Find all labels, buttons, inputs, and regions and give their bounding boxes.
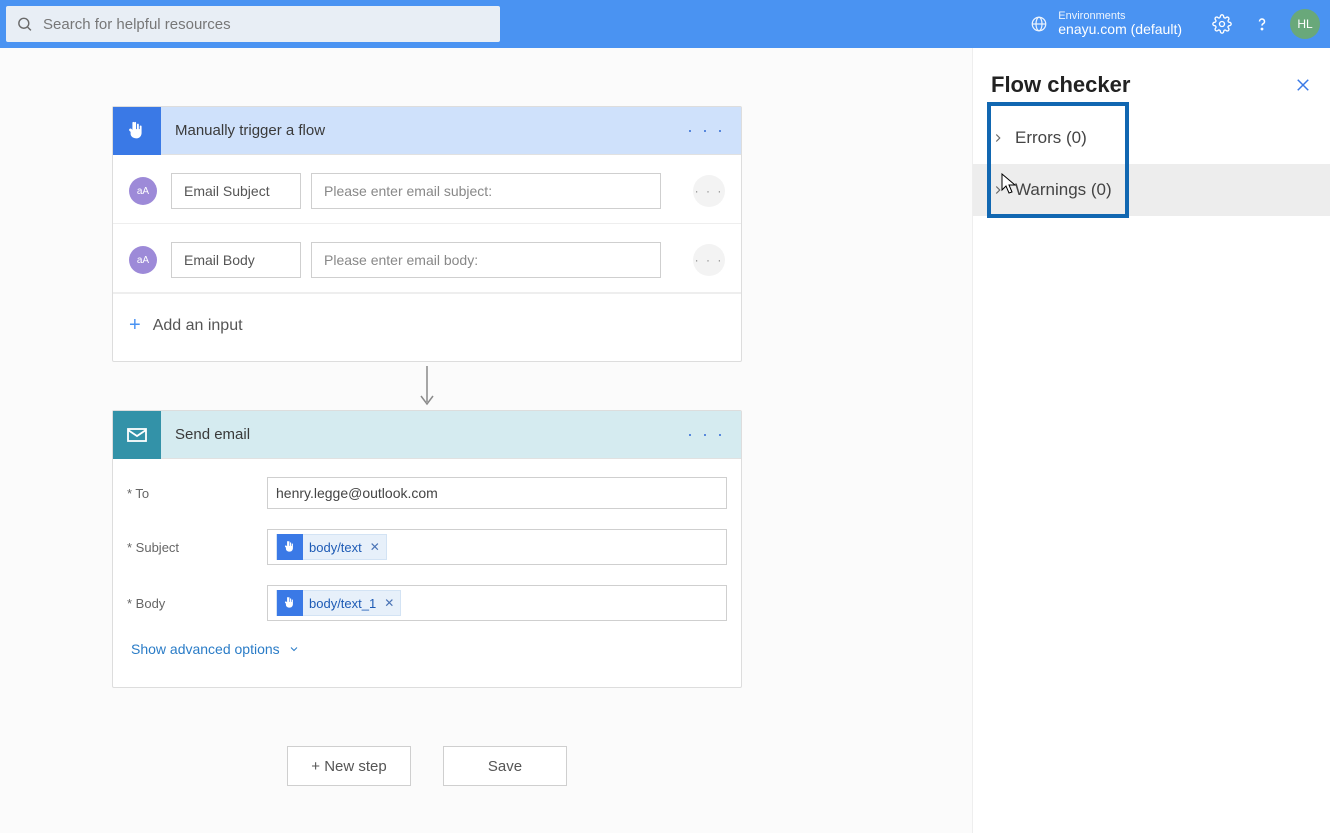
token-text: body/text_1 — [309, 596, 376, 611]
body-row: * Body body/text_1 ✕ — [113, 575, 741, 631]
token-remove[interactable]: ✕ — [370, 540, 380, 554]
trigger-title: Manually trigger a flow — [175, 122, 687, 139]
trigger-card: Manually trigger a flow · · · aA Email S… — [112, 106, 742, 362]
errors-section[interactable]: Errors (0) — [973, 112, 1330, 164]
trigger-input-row: aA Email Subject Please enter email subj… — [113, 155, 741, 224]
to-label: * To — [127, 486, 267, 501]
param-more-button[interactable]: · · · — [693, 244, 725, 276]
dynamic-token[interactable]: body/text_1 ✕ — [276, 590, 401, 616]
trigger-card-header[interactable]: Manually trigger a flow · · · — [113, 107, 741, 155]
globe-icon — [1030, 15, 1048, 33]
show-advanced-toggle[interactable]: Show advanced options — [131, 641, 300, 657]
help-button[interactable] — [1252, 14, 1272, 34]
plus-icon: + — [129, 314, 141, 337]
action-card: Send email · · · * To henry.legge@outloo… — [112, 410, 742, 688]
global-search[interactable] — [6, 6, 500, 42]
body-input[interactable]: body/text_1 ✕ — [267, 585, 727, 621]
pointer-icon — [126, 120, 148, 142]
environment-label: Environments — [1058, 10, 1182, 22]
text-param-icon: aA — [129, 246, 157, 274]
user-avatar[interactable]: HL — [1290, 9, 1320, 39]
search-icon — [16, 15, 33, 33]
settings-button[interactable] — [1212, 14, 1232, 34]
param-label[interactable]: Email Body — [171, 242, 301, 278]
flow-canvas: Manually trigger a flow · · · aA Email S… — [0, 48, 972, 833]
action-icon — [113, 411, 161, 459]
save-button[interactable]: Save — [443, 746, 567, 786]
flow-checker-panel: Flow checker Errors (0) Warnings (0) — [972, 48, 1330, 833]
to-row: * To henry.legge@outlook.com — [113, 467, 741, 519]
param-placeholder-input[interactable]: Please enter email body: — [311, 242, 661, 278]
token-text: body/text — [309, 540, 362, 555]
chevron-down-icon — [288, 643, 300, 655]
add-input-label: Add an input — [153, 317, 243, 335]
trigger-more-button[interactable]: · · · — [687, 120, 725, 141]
arrow-down-icon — [417, 364, 437, 408]
subject-input[interactable]: body/text ✕ — [267, 529, 727, 565]
errors-label: Errors (0) — [1015, 128, 1087, 148]
flow-checker-title: Flow checker — [991, 72, 1294, 98]
warnings-section[interactable]: Warnings (0) — [973, 164, 1330, 216]
action-more-button[interactable]: · · · — [687, 424, 725, 445]
body-label: * Body — [127, 596, 267, 611]
advanced-label: Show advanced options — [131, 641, 280, 657]
gear-icon — [1212, 14, 1232, 34]
new-step-button[interactable]: + New step — [287, 746, 411, 786]
question-icon — [1252, 14, 1272, 34]
envelope-icon — [125, 423, 149, 447]
environment-name: enayu.com (default) — [1058, 22, 1182, 37]
warnings-label: Warnings (0) — [1015, 180, 1112, 200]
top-bar: Environments enayu.com (default) HL — [0, 0, 1330, 48]
param-more-button[interactable]: · · · — [693, 175, 725, 207]
action-title: Send email — [175, 426, 687, 443]
to-input[interactable]: henry.legge@outlook.com — [267, 477, 727, 509]
close-icon — [1294, 76, 1312, 94]
search-input[interactable] — [41, 15, 490, 34]
dynamic-token[interactable]: body/text ✕ — [276, 534, 387, 560]
param-placeholder-input[interactable]: Please enter email subject: — [311, 173, 661, 209]
text-param-icon: aA — [129, 177, 157, 205]
token-icon — [277, 590, 303, 616]
environment-picker[interactable]: Environments enayu.com (default) — [1030, 10, 1182, 37]
flow-checker-close[interactable] — [1294, 76, 1312, 94]
trigger-icon — [113, 107, 161, 155]
subject-row: * Subject body/text ✕ — [113, 519, 741, 575]
add-input-button[interactable]: + Add an input — [113, 293, 741, 361]
subject-label: * Subject — [127, 540, 267, 555]
token-icon — [277, 534, 303, 560]
chevron-right-icon — [991, 183, 1005, 197]
param-label[interactable]: Email Subject — [171, 173, 301, 209]
token-remove[interactable]: ✕ — [384, 596, 394, 610]
chevron-right-icon — [991, 131, 1005, 145]
trigger-input-row: aA Email Body Please enter email body: ·… — [113, 224, 741, 293]
footer-actions: + New step Save — [112, 746, 742, 786]
action-card-header[interactable]: Send email · · · — [113, 411, 741, 459]
connector-arrow[interactable] — [112, 362, 742, 410]
